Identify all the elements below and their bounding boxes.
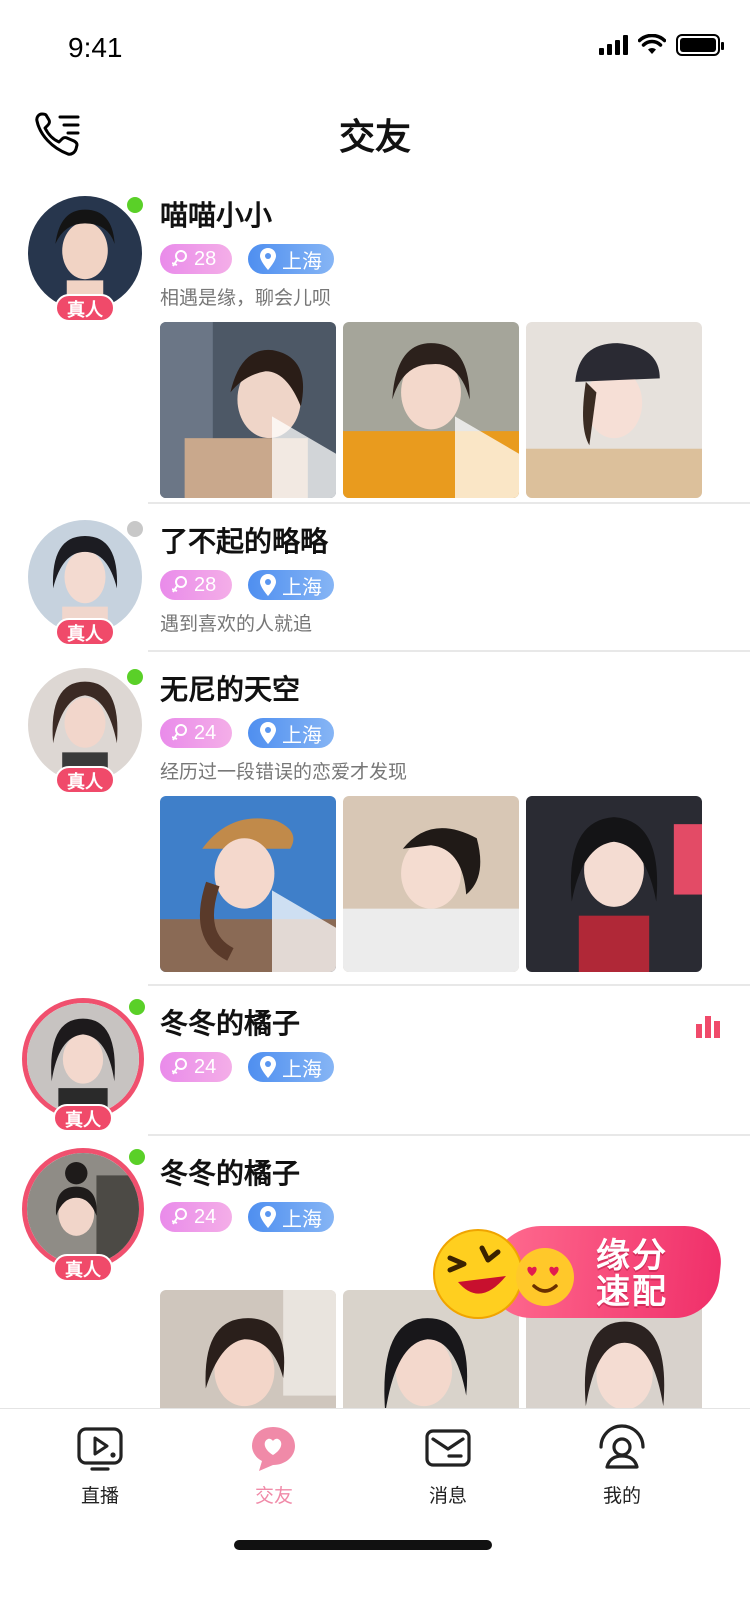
user-bio: 相遇是缘，聊会儿呗 (160, 288, 332, 309)
online-status-dot (124, 194, 146, 216)
status-time: 9:41 (68, 32, 123, 63)
tab-friends[interactable]: 交友 (214, 1423, 334, 1508)
play-icon (272, 890, 336, 972)
online-status-dot (126, 996, 148, 1018)
user-name: 了不起的略略 (160, 526, 329, 557)
female-gender-icon (172, 250, 187, 267)
profile-icon (599, 1424, 645, 1469)
age-tag: 28 (160, 244, 232, 274)
user-name: 冬冬的橘子 (160, 1158, 301, 1189)
offline-status-dot (124, 518, 146, 540)
home-indicator (234, 1540, 492, 1550)
verified-badge: 真人 (55, 766, 115, 794)
age-tag: 28 (160, 570, 232, 600)
cellular-signal-icon (599, 35, 628, 55)
rank-bars-icon[interactable] (696, 1016, 720, 1038)
avatar[interactable]: 真人 (28, 666, 146, 794)
heart-eyes-emoji-icon (516, 1248, 574, 1306)
city-tag: 上海 (248, 570, 334, 600)
online-status-dot (124, 666, 146, 688)
location-pin-icon (260, 574, 276, 596)
list-item[interactable]: 真人 喵喵小小 28 上海 相遇是缘，聊会儿呗 (0, 186, 750, 504)
list-item[interactable]: 真人 冬冬的橘子 24 上海 (0, 986, 750, 1136)
video-thumbnail[interactable] (160, 322, 336, 498)
live-tv-icon (77, 1427, 123, 1471)
list-item[interactable]: 真人 无尼的天空 24 上海 经历过一段错误的恋爱才发现 (0, 652, 750, 986)
page-title: 交友 (338, 116, 411, 157)
tab-profile[interactable]: 我的 (562, 1423, 682, 1508)
photo-gallery (160, 796, 720, 972)
age-tag: 24 (160, 1202, 232, 1232)
avatar[interactable]: 真人 (22, 1146, 148, 1282)
tab-messages[interactable]: 消息 (388, 1423, 508, 1508)
user-name: 冬冬的橘子 (160, 1008, 301, 1039)
photo-thumbnail[interactable] (343, 322, 519, 498)
verified-badge: 真人 (53, 1104, 113, 1132)
verified-badge: 真人 (55, 294, 115, 322)
female-gender-icon (172, 1058, 187, 1075)
list-item[interactable]: 真人 了不起的略略 28 上海 遇到喜欢的人就追 (0, 504, 750, 652)
user-name: 无尼的天空 (160, 674, 301, 705)
city-tag: 上海 (248, 718, 334, 748)
photo-thumbnail[interactable] (343, 796, 519, 972)
location-pin-icon (260, 722, 276, 744)
photo-thumbnail[interactable] (526, 322, 702, 498)
city-tag: 上海 (248, 1052, 334, 1082)
quick-match-button[interactable]: 缘分 速配 (430, 1224, 725, 1328)
city-tag: 上海 (248, 1202, 334, 1232)
female-gender-icon (172, 1208, 187, 1225)
photo-gallery (160, 322, 720, 498)
play-icon (272, 416, 336, 498)
video-thumbnail[interactable] (160, 796, 336, 972)
header: 交友 (0, 96, 750, 186)
age-tag: 24 (160, 718, 232, 748)
online-status-dot (126, 1146, 148, 1168)
tab-live[interactable]: 直播 (40, 1423, 160, 1508)
location-pin-icon (260, 1206, 276, 1228)
laughing-emoji-icon (433, 1229, 523, 1319)
avatar[interactable]: 真人 (22, 996, 148, 1132)
location-pin-icon (260, 1056, 276, 1078)
city-tag: 上海 (248, 244, 334, 274)
location-pin-icon (260, 248, 276, 270)
avatar[interactable]: 真人 (28, 194, 146, 322)
user-bio: 遇到喜欢的人就追 (160, 614, 313, 635)
tab-bar: 直播 交友 消息 我的 (0, 1408, 750, 1624)
chat-heart-icon (252, 1427, 295, 1471)
avatar[interactable]: 真人 (28, 518, 146, 646)
verified-badge: 真人 (53, 1254, 113, 1282)
battery-icon (676, 34, 724, 56)
photo-thumbnail[interactable] (526, 796, 702, 972)
wifi-icon (638, 34, 666, 54)
verified-badge: 真人 (55, 618, 115, 646)
play-icon (455, 416, 519, 498)
mail-icon (425, 1429, 471, 1467)
user-name: 喵喵小小 (160, 200, 273, 231)
match-label-line1: 缘分 (596, 1237, 668, 1275)
female-gender-icon (172, 724, 187, 741)
status-bar: 9:41 (0, 0, 750, 96)
match-label-line2: 速配 (596, 1273, 668, 1311)
female-gender-icon (172, 576, 187, 593)
status-icons (599, 34, 724, 56)
user-bio: 经历过一段错误的恋爱才发现 (160, 762, 408, 783)
age-tag: 24 (160, 1052, 232, 1082)
